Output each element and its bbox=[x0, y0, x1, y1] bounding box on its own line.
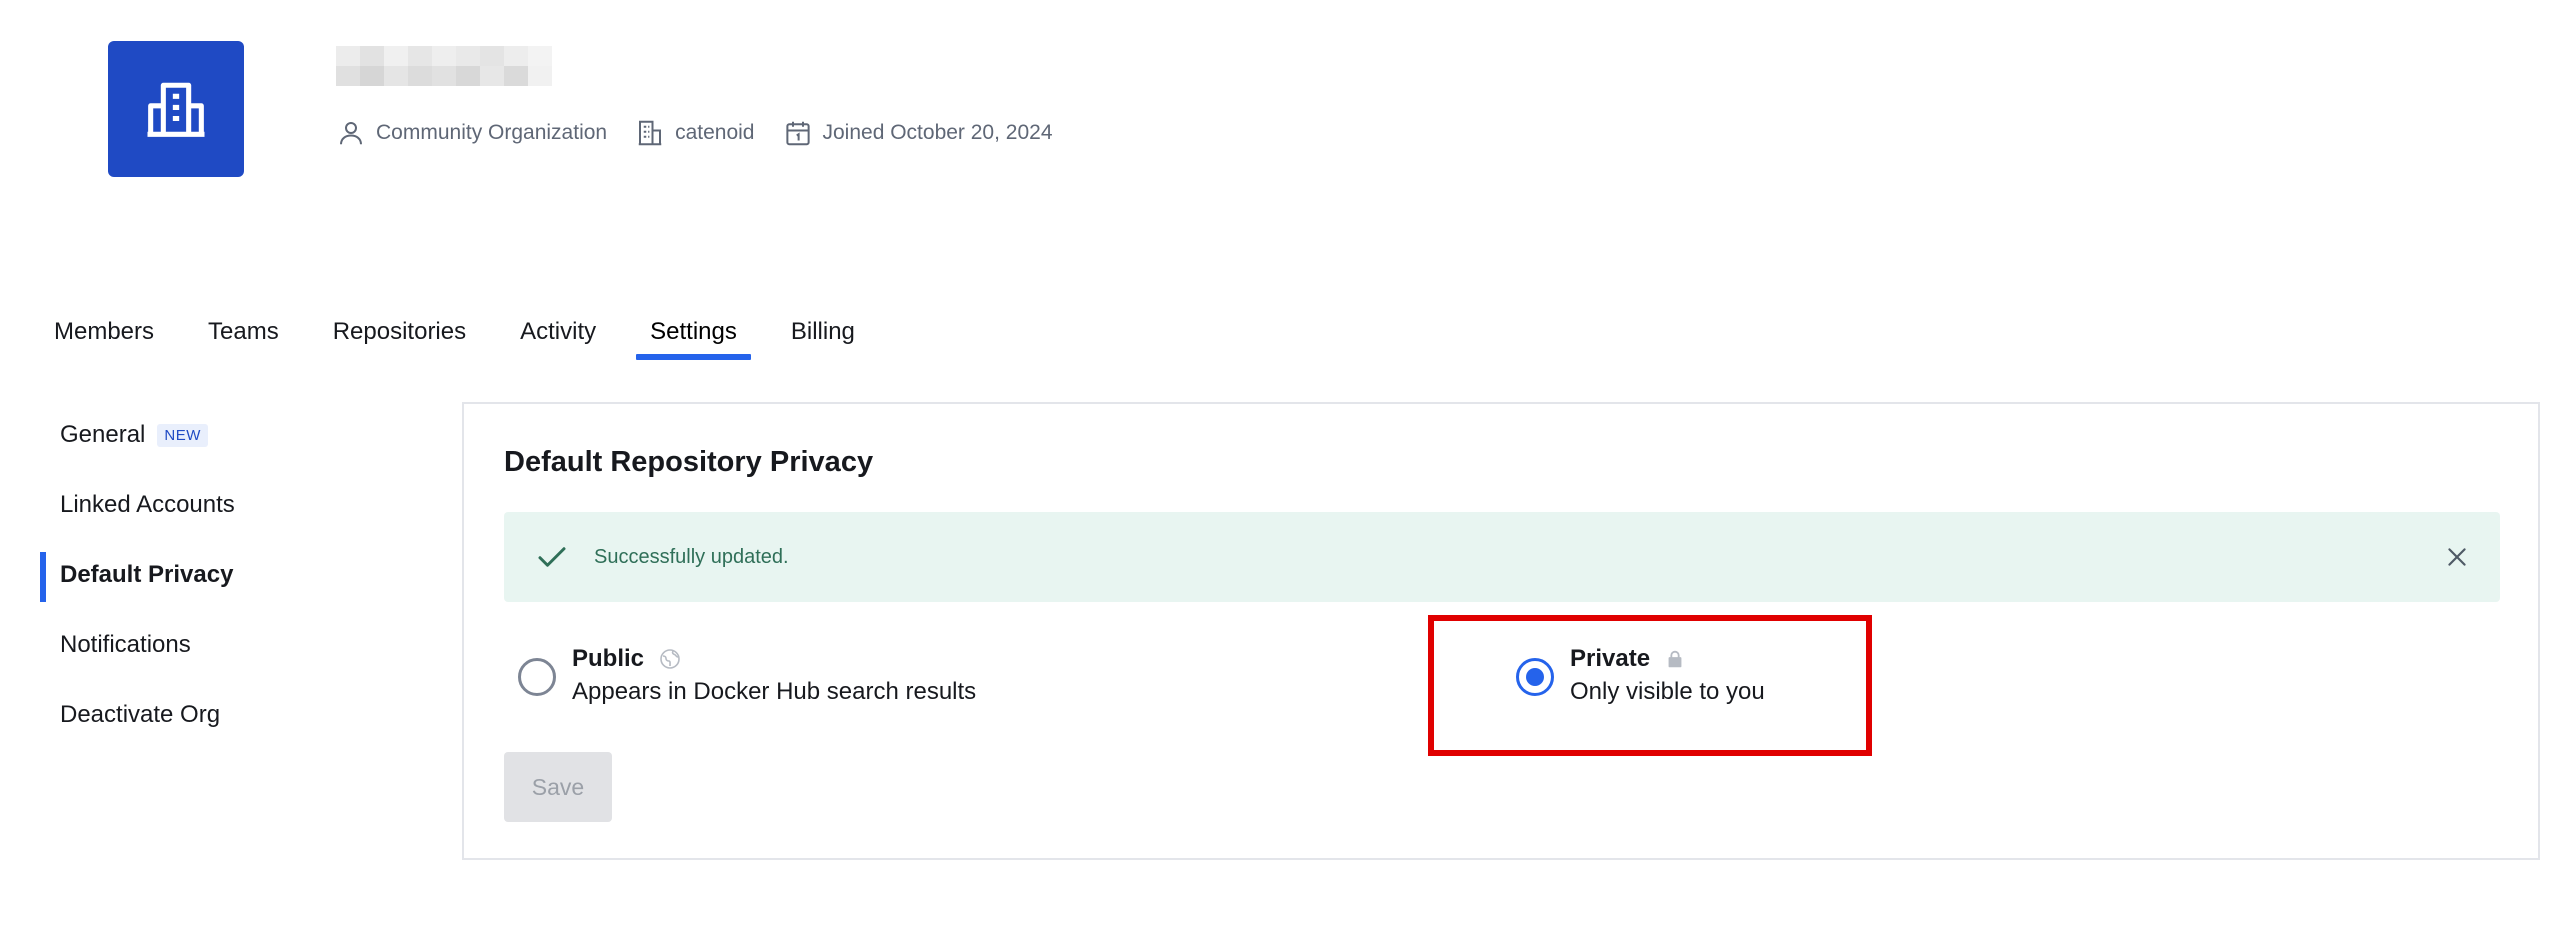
tab-repositories[interactable]: Repositories bbox=[319, 312, 480, 360]
sidenav-item-label: Notifications bbox=[60, 631, 191, 658]
tab-teams[interactable]: Teams bbox=[194, 312, 293, 360]
check-icon bbox=[538, 547, 566, 567]
user-icon bbox=[340, 122, 362, 145]
calendar-icon bbox=[785, 121, 810, 146]
org-type-label: Community Organization bbox=[376, 121, 608, 144]
success-alert: Successfully updated. bbox=[504, 512, 2500, 602]
org-tabs: Members Teams Repositories Activity Sett… bbox=[40, 312, 895, 360]
sidenav-item-linked-accounts[interactable]: Linked Accounts bbox=[40, 470, 400, 540]
building-icon bbox=[147, 82, 205, 137]
public-label-row: Public bbox=[572, 644, 976, 674]
org-type: Community Organization bbox=[336, 118, 607, 148]
org-joined: Joined October 20, 2024 bbox=[783, 118, 1053, 148]
close-icon[interactable] bbox=[2444, 544, 2470, 570]
public-option[interactable]: Public Appears in Docker Hub search resu… bbox=[518, 644, 976, 706]
tab-members[interactable]: Members bbox=[40, 312, 168, 360]
org-company: catenoid bbox=[635, 118, 755, 148]
building-icon bbox=[638, 120, 662, 146]
tab-settings[interactable]: Settings bbox=[636, 312, 751, 360]
public-label: Public bbox=[572, 645, 645, 672]
sidenav-item-general[interactable]: General NEW bbox=[40, 400, 400, 470]
alert-message: Successfully updated. bbox=[594, 545, 789, 568]
org-name-redacted bbox=[336, 46, 552, 86]
tab-billing[interactable]: Billing bbox=[777, 312, 869, 360]
sidenav-item-label: Default Privacy bbox=[60, 561, 234, 588]
org-joined-label: Joined October 20, 2024 bbox=[822, 121, 1053, 144]
sidenav-item-label: Linked Accounts bbox=[60, 491, 235, 518]
sidenav-item-label: Deactivate Org bbox=[60, 701, 221, 728]
public-description: Appears in Docker Hub search results bbox=[572, 678, 977, 705]
org-avatar bbox=[108, 41, 244, 177]
public-radio[interactable] bbox=[518, 658, 556, 696]
sidenav-item-label: General bbox=[60, 421, 146, 448]
sidenav-item-default-privacy[interactable]: Default Privacy bbox=[40, 540, 400, 610]
tab-activity[interactable]: Activity bbox=[506, 312, 610, 360]
globe-icon bbox=[660, 649, 680, 669]
new-badge: NEW bbox=[157, 423, 208, 447]
card-title: Default Repository Privacy bbox=[504, 446, 874, 478]
highlight-box bbox=[1428, 615, 1872, 756]
sidenav-item-deactivate-org[interactable]: Deactivate Org bbox=[40, 680, 400, 750]
org-meta: Community Organization catenoid Joined O… bbox=[336, 116, 1081, 150]
sidenav-item-notifications[interactable]: Notifications bbox=[40, 610, 400, 680]
save-button[interactable]: Save bbox=[504, 752, 612, 822]
settings-sidenav: General NEW Linked Accounts Default Priv… bbox=[40, 400, 400, 750]
org-company-label: catenoid bbox=[675, 121, 755, 144]
public-option-text: Public Appears in Docker Hub search resu… bbox=[572, 644, 976, 706]
